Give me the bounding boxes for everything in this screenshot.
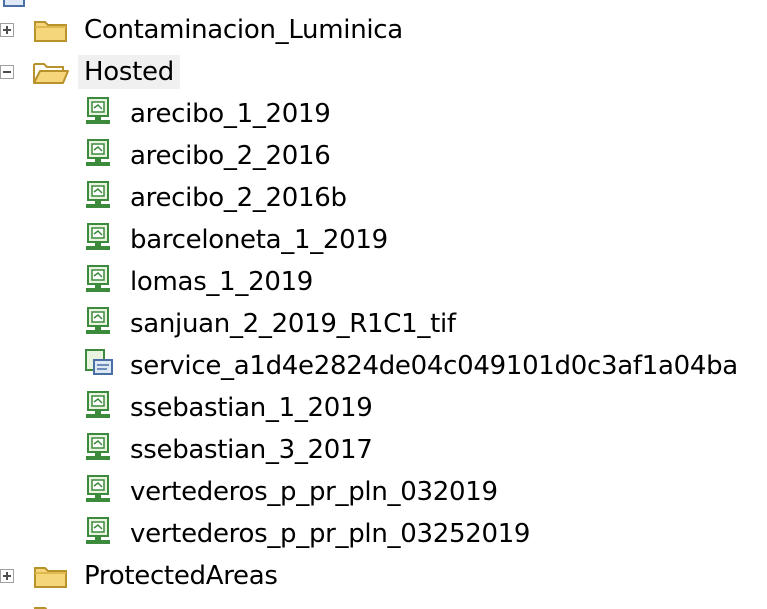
tree-item-service[interactable]: arecibo_2_2016 (0, 136, 767, 176)
tree-item-service[interactable]: ssebastian_3_2017 (0, 430, 767, 470)
image-service-icon (86, 265, 110, 292)
tree-row-cutoff-bottom (0, 598, 767, 609)
image-service-icon (86, 139, 110, 166)
folder-open-icon (33, 63, 69, 84)
expand-toggle[interactable] (0, 23, 14, 37)
item-label: barceloneta_1_2019 (130, 225, 388, 255)
image-service-icon (86, 223, 110, 250)
item-label: vertederos_p_pr_pln_03252019 (130, 519, 531, 549)
item-label: arecibo_2_2016 (130, 141, 331, 171)
folder-label: Contaminacion_Luminica (84, 15, 403, 45)
image-service-icon (86, 433, 110, 460)
folder-closed-icon (34, 567, 67, 588)
image-service-icon (86, 391, 110, 418)
tree-item-service[interactable]: vertederos_p_pr_pln_032019 (0, 472, 767, 512)
item-label: lomas_1_2019 (130, 267, 314, 297)
folder-label: ProtectedAreas (84, 561, 278, 591)
tree-item-service[interactable]: vertederos_p_pr_pln_03252019 (0, 514, 767, 554)
collapse-toggle[interactable] (0, 65, 14, 79)
folder-label: Hosted (78, 55, 180, 89)
image-service-icon (86, 517, 110, 544)
expand-toggle[interactable] (0, 569, 14, 583)
item-label: sanjuan_2_2019_R1C1_tif (130, 309, 456, 339)
tree-item-service[interactable]: lomas_1_2019 (0, 262, 767, 302)
tree-item-service[interactable]: ssebastian_1_2019 (0, 388, 767, 428)
tree-item-service[interactable]: sanjuan_2_2019_R1C1_tif (0, 304, 767, 344)
image-service-icon (86, 475, 110, 502)
image-service-icon (86, 97, 110, 124)
tree-folder-protectedareas[interactable]: ProtectedAreas (0, 556, 767, 596)
tree-item-service[interactable]: arecibo_2_2016b (0, 178, 767, 218)
map-service-icon (85, 349, 113, 375)
image-service-icon (86, 307, 110, 334)
folder-closed-icon (34, 21, 67, 42)
tree-item-service[interactable]: arecibo_1_2019 (0, 94, 767, 134)
item-label: vertederos_p_pr_pln_032019 (130, 477, 498, 507)
item-label: arecibo_2_2016b (130, 183, 347, 213)
tree-folder-contaminacion-luminica[interactable]: Contaminacion_Luminica (0, 10, 767, 50)
tree-item-service[interactable]: service_a1d4e2824de04c049101d0c3af1a04ba (0, 346, 767, 386)
image-service-icon (86, 181, 110, 208)
tree-folder-hosted[interactable]: Hosted (0, 52, 767, 92)
item-label: ssebastian_3_2017 (130, 435, 373, 465)
item-label: service_a1d4e2824de04c049101d0c3af1a04ba (130, 351, 738, 381)
catalog-tree: Contaminacion_Luminica Hosted arecibo_1_… (0, 0, 767, 609)
folder-closed-icon (34, 607, 48, 609)
tree-item-service[interactable]: barceloneta_1_2019 (0, 220, 767, 260)
item-label: ssebastian_1_2019 (130, 393, 373, 423)
item-label: arecibo_1_2019 (130, 99, 331, 129)
